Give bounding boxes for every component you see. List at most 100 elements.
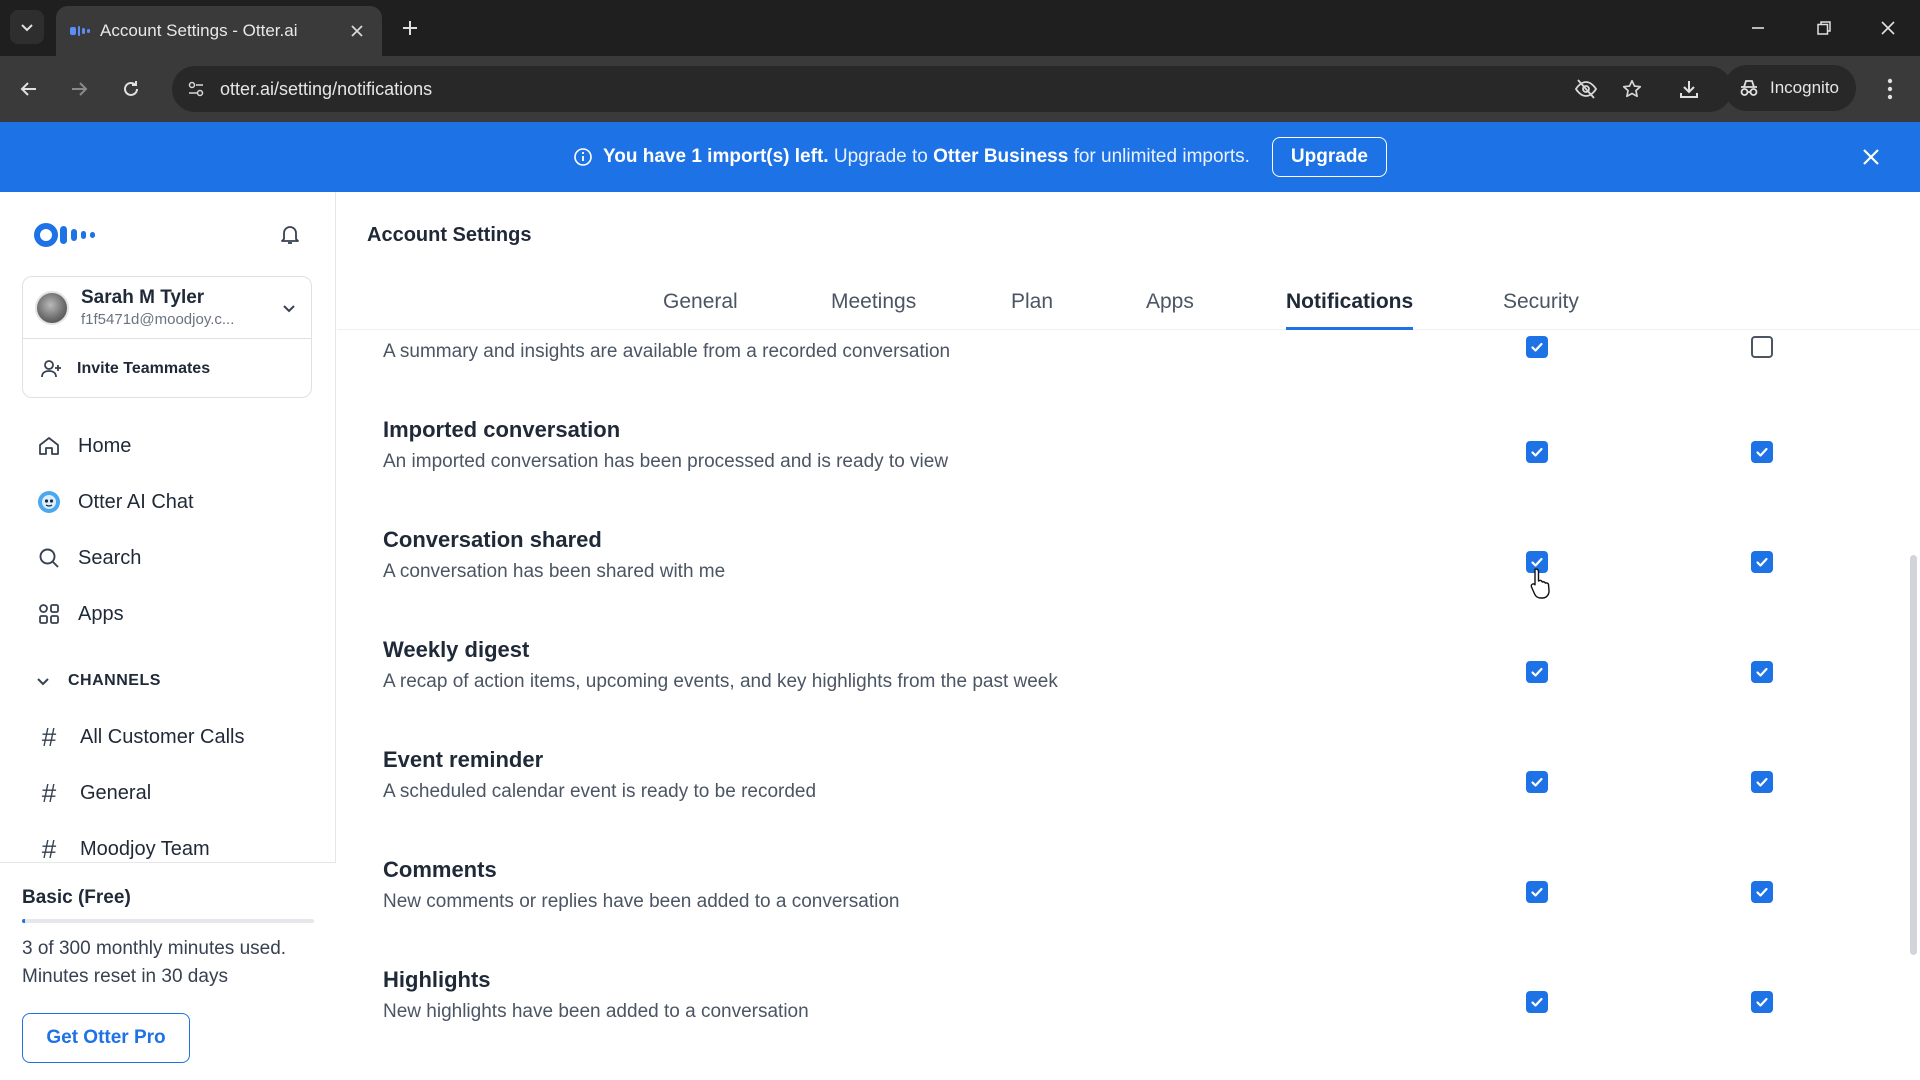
check-icon: [1756, 557, 1768, 567]
hash-icon: #: [41, 722, 57, 752]
check-icon: [1531, 342, 1543, 352]
reload-button[interactable]: [114, 72, 148, 106]
tab-plan[interactable]: Plan: [1011, 278, 1053, 330]
user-profile-menu[interactable]: Sarah M Tyler f1f5471d@moodjoy.c...: [23, 277, 311, 339]
restore-window-button[interactable]: [1808, 12, 1840, 44]
check-icon: [1756, 777, 1768, 787]
notification-checkbox-col2[interactable]: [1751, 881, 1773, 903]
main-content: Account Settings General Meetings Plan A…: [337, 192, 1920, 1080]
forward-button[interactable]: [62, 72, 96, 106]
channels-section-toggle[interactable]: CHANNELS: [36, 672, 161, 690]
close-icon: [1863, 149, 1879, 165]
banner-close-button[interactable]: [1858, 144, 1884, 170]
check-icon: [1531, 997, 1543, 1007]
reload-icon: [124, 81, 138, 96]
notification-checkbox-col1[interactable]: [1526, 991, 1548, 1013]
sidebar-item-search[interactable]: Search: [22, 536, 322, 580]
plus-icon: [403, 21, 417, 35]
upgrade-button[interactable]: Upgrade: [1271, 137, 1387, 177]
channel-item[interactable]: # All Customer Calls: [36, 722, 245, 753]
chevron-down-icon: [21, 24, 33, 32]
imports-upgrade-banner: You have 1 import(s) left. Upgrade to Ot…: [0, 122, 1920, 192]
minimize-icon: [1752, 27, 1764, 29]
notification-title: Imported conversation: [383, 417, 621, 442]
check-icon: [1531, 667, 1543, 677]
otter-ai-chat-icon: [36, 489, 62, 515]
usage-text: 3 of 300 monthly minutes used. Minutes r…: [22, 935, 322, 991]
check-icon: [1531, 447, 1543, 457]
download-icon: [1680, 81, 1698, 98]
mouse-pointer-icon: [1530, 568, 1550, 599]
notification-row: Event reminder A scheduled calendar even…: [337, 731, 1877, 841]
notification-checkbox-col2[interactable]: [1751, 551, 1773, 573]
notification-checkbox-col1[interactable]: [1526, 771, 1548, 793]
plan-usage-panel: Basic (Free) 3 of 300 monthly minutes us…: [0, 862, 336, 1080]
notification-checkbox-col1[interactable]: [1526, 881, 1548, 903]
new-tab-button[interactable]: [396, 14, 424, 42]
tab-meetings[interactable]: Meetings: [831, 278, 916, 330]
channel-item[interactable]: # Moodjoy Team: [36, 834, 210, 865]
info-icon: [574, 148, 592, 166]
notification-settings-list: A summary and insights are available fro…: [337, 331, 1920, 1080]
invite-teammates-button[interactable]: Invite Teammates: [23, 339, 311, 399]
notification-description: A summary and insights are available fro…: [383, 341, 951, 362]
sidebar-item-label: Search: [78, 546, 142, 569]
notification-row: Comments New comments or replies have be…: [337, 841, 1877, 951]
sidebar-item-home[interactable]: Home: [22, 424, 322, 468]
tab-close-button[interactable]: [346, 20, 368, 42]
bookmark-button[interactable]: [1618, 75, 1646, 103]
notification-checkbox-col1[interactable]: [1526, 336, 1548, 358]
downloads-button[interactable]: [1672, 72, 1706, 106]
notification-checkbox-col2[interactable]: [1751, 991, 1773, 1013]
notification-description: A conversation has been shared with me: [383, 561, 726, 582]
tab-notifications[interactable]: Notifications: [1286, 278, 1414, 330]
search-icon: [36, 545, 62, 571]
notifications-bell-button[interactable]: [276, 220, 304, 248]
usage-reset-text: Minutes reset in 30 days: [22, 966, 228, 987]
notification-title: Event reminder: [383, 747, 544, 772]
incognito-label: Incognito: [1770, 78, 1839, 97]
close-window-button[interactable]: [1872, 12, 1904, 44]
tab-search-button[interactable]: [10, 10, 44, 44]
incognito-indicator[interactable]: Incognito: [1724, 65, 1856, 111]
tab-title: Account Settings - Otter.ai: [100, 21, 298, 40]
browser-menu-button[interactable]: [1876, 72, 1904, 106]
settings-tabs: General Meetings Plan Apps Notifications…: [337, 278, 1920, 330]
address-bar[interactable]: otter.ai/setting/notifications: [172, 66, 1732, 112]
user-email: f1f5471d@moodjoy.c...: [81, 311, 235, 328]
notification-checkbox-col1[interactable]: [1526, 661, 1548, 683]
sidebar-item-otter-ai-chat[interactable]: Otter AI Chat: [22, 480, 322, 524]
sidebar-item-apps[interactable]: Apps: [22, 592, 322, 636]
notification-checkbox-col1[interactable]: [1526, 441, 1548, 463]
browser-tab-active[interactable]: Account Settings - Otter.ai: [56, 6, 382, 56]
invite-label: Invite Teammates: [77, 360, 211, 377]
usage-progress-fill: [22, 919, 25, 923]
page-scrollbar[interactable]: [1910, 555, 1917, 955]
notification-description: A scheduled calendar event is ready to b…: [383, 781, 817, 802]
restore-icon: [1817, 21, 1831, 35]
sidebar-item-label: Apps: [78, 602, 124, 625]
check-icon: [1756, 667, 1768, 677]
otter-logo-icon[interactable]: [34, 222, 100, 248]
site-info-icon[interactable]: [184, 77, 208, 101]
incognito-icon: [1740, 80, 1758, 96]
minimize-window-button[interactable]: [1742, 12, 1774, 44]
get-otter-pro-button[interactable]: Get Otter Pro: [22, 1013, 190, 1063]
check-icon: [1756, 447, 1768, 457]
tab-security[interactable]: Security: [1503, 278, 1579, 330]
page-title: Account Settings: [367, 224, 532, 246]
tracking-protection-button[interactable]: [1572, 75, 1600, 103]
tab-apps[interactable]: Apps: [1146, 278, 1194, 330]
browser-toolbar: otter.ai/setting/notifications Incognito: [0, 56, 1920, 122]
notification-description: A recap of action items, upcoming events…: [383, 671, 1058, 692]
notification-checkbox-col2[interactable]: [1751, 441, 1773, 463]
channel-item[interactable]: # General: [36, 778, 151, 809]
notification-checkbox-col2[interactable]: [1751, 336, 1773, 358]
otter-favicon-icon: [70, 25, 90, 37]
check-icon: [1756, 997, 1768, 1007]
notification-description: An imported conversation has been proces…: [383, 451, 949, 472]
notification-checkbox-col2[interactable]: [1751, 771, 1773, 793]
notification-checkbox-col2[interactable]: [1751, 661, 1773, 683]
tab-general[interactable]: General: [663, 278, 738, 330]
back-button[interactable]: [12, 72, 46, 106]
